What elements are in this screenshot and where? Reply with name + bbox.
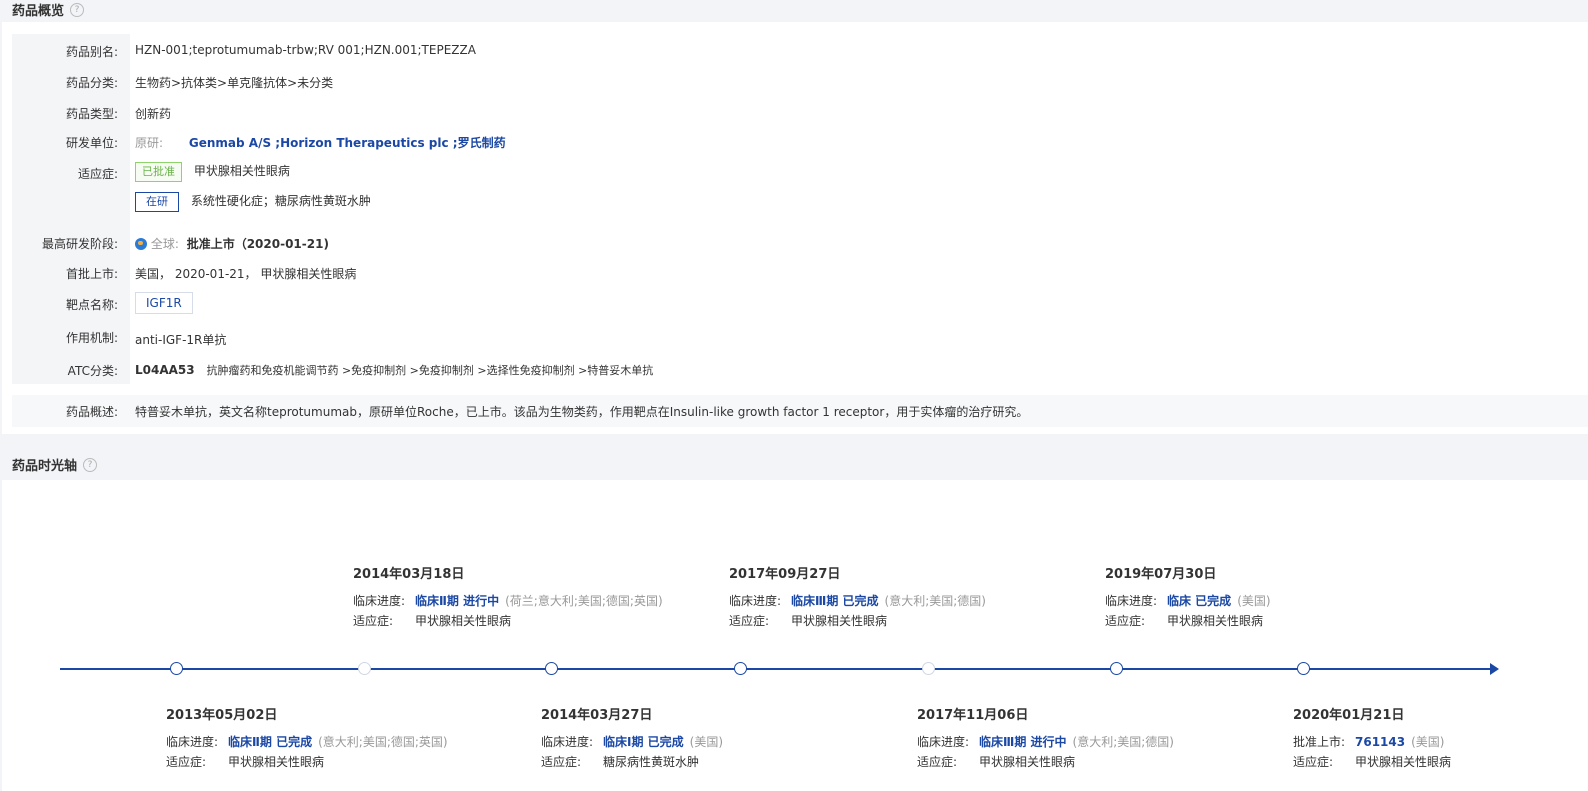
event-countries: (美国) bbox=[1411, 735, 1445, 749]
event-indication: 甲状腺相关性眼病 bbox=[415, 614, 512, 628]
developer-prefix: 原研: bbox=[135, 136, 164, 150]
approval-number[interactable]: 761143 bbox=[1355, 735, 1405, 749]
event-indication: 甲状腺相关性眼病 bbox=[979, 755, 1076, 769]
timeline-title-text: 药品时光轴 bbox=[12, 459, 78, 474]
event-date: 2020年01月21日 bbox=[1293, 708, 1405, 723]
developer-link[interactable]: Genmab A/S ;Horizon Therapeutics plc ;罗氏… bbox=[189, 136, 506, 150]
indication-label: 适应症: bbox=[1105, 614, 1146, 628]
indication-label: 适应症: bbox=[166, 755, 207, 769]
first-approval-value: 美国， 2020-01-21， 甲状腺相关性眼病 bbox=[135, 267, 357, 281]
target-tag[interactable]: IGF1R bbox=[135, 292, 193, 314]
help-icon[interactable]: ? bbox=[83, 457, 98, 472]
event-stage[interactable]: 临床Ⅱ期 进行中 bbox=[415, 594, 499, 608]
progress-label: 临床进度: bbox=[729, 594, 782, 608]
progress-label: 临床进度: bbox=[1105, 594, 1158, 608]
approval-label: 批准上市: bbox=[1293, 735, 1346, 749]
progress-label: 临床进度: bbox=[541, 735, 594, 749]
timeline-axis bbox=[60, 668, 1492, 670]
event-indication: 甲状腺相关性眼病 bbox=[791, 614, 888, 628]
event-indication: 甲状腺相关性眼病 bbox=[228, 755, 325, 769]
event-indication: 甲状腺相关性眼病 bbox=[1355, 755, 1452, 769]
event-countries: (荷兰;意大利;美国;德国;英国) bbox=[505, 594, 663, 608]
research-indication: 系统性硬化症；糖尿病性黄斑水肿 bbox=[190, 194, 371, 208]
event-date: 2014年03月18日 bbox=[353, 567, 465, 582]
timeline-node[interactable] bbox=[1110, 662, 1123, 675]
overview-title-text: 药品概览 bbox=[12, 4, 65, 19]
event-countries: (美国) bbox=[689, 735, 724, 749]
category-value: 生物药>抗体类>单克隆抗体>未分类 bbox=[135, 76, 334, 90]
event-stage[interactable]: 临床Ⅱ期 已完成 bbox=[228, 735, 312, 749]
developer-row: 原研: Genmab A/S ;Horizon Therapeutics plc… bbox=[135, 134, 506, 151]
overview-title: 药品概览 ? bbox=[12, 0, 85, 19]
event-date: 2014年03月27日 bbox=[541, 708, 653, 723]
timeline-node[interactable] bbox=[734, 662, 747, 675]
timeline-event: 2017年09月27日 临床进度: 临床Ⅲ期 已完成 (意大利;美国;德国) 适应症… bbox=[729, 563, 986, 631]
progress-label: 临床进度: bbox=[917, 735, 970, 749]
timeline-event: 2014年03月18日 临床进度: 临床Ⅱ期 进行中 (荷兰;意大利;美国;德国;英… bbox=[353, 563, 663, 631]
event-indication: 糖尿病性黄斑水肿 bbox=[603, 755, 700, 769]
event-stage[interactable]: 临床Ⅲ期 进行中 bbox=[979, 735, 1067, 749]
event-date: 2013年05月02日 bbox=[166, 708, 278, 723]
timeline-node[interactable] bbox=[1297, 662, 1310, 675]
research-tag: 在研 bbox=[135, 192, 179, 212]
approved-indication-row: 已批准 甲状腺相关性眼病 bbox=[135, 162, 290, 182]
indication-label: 适应症: bbox=[353, 614, 394, 628]
indication-label: 适应症: bbox=[541, 755, 582, 769]
indication-label: 适应症: bbox=[1293, 755, 1334, 769]
event-stage[interactable]: 临床Ⅰ期 已完成 bbox=[603, 735, 684, 749]
event-countries: (意大利;美国;德国) bbox=[1072, 735, 1174, 749]
timeline-event: 2020年01月21日 批准上市: 761143 (美国) 适应症: 甲状腺相关性眼病 bbox=[1293, 704, 1451, 772]
timeline-event: 2019年07月30日 临床进度: 临床 已完成 (美国) 适应症: 甲状腺相关性眼病 bbox=[1105, 563, 1271, 631]
category-label: 药品分类: bbox=[65, 76, 118, 90]
event-stage[interactable]: 临床 已完成 bbox=[1167, 594, 1231, 608]
target-label: 靶点名称: bbox=[65, 298, 118, 312]
timeline-arrow-icon bbox=[1490, 663, 1499, 675]
highest-stage-value: 批准上市（2020-01-21) bbox=[186, 237, 329, 251]
approved-indication: 甲状腺相关性眼病 bbox=[193, 164, 290, 178]
alias-label: 药品别名: bbox=[65, 45, 118, 59]
atc-row: L04AA53 抗肿瘤药和免疫机能调节药 >免疫抑制剂 >免疫抑制剂 >选择性免… bbox=[135, 362, 653, 378]
alias-value: HZN-001;teprotumumab-trbw;RV 001;HZN.001… bbox=[135, 43, 476, 57]
event-date: 2017年11月06日 bbox=[917, 708, 1029, 723]
timeline-event: 2013年05月02日 临床进度: 临床Ⅱ期 已完成 (意大利;美国;德国;英国) … bbox=[166, 704, 448, 772]
timeline-title: 药品时光轴 ? bbox=[12, 455, 98, 474]
globe-icon bbox=[135, 237, 147, 250]
atc-path: 抗肿瘤药和免疫机能调节药 >免疫抑制剂 >免疫抑制剂 >选择性免疫抑制剂 >特普… bbox=[206, 364, 654, 377]
atc-code: L04AA53 bbox=[135, 363, 195, 377]
mechanism-value: anti-IGF-1R单抗 bbox=[135, 333, 227, 347]
type-label: 药品类型: bbox=[65, 107, 118, 121]
timeline-node[interactable] bbox=[358, 662, 371, 675]
indication-label: 适应症: bbox=[729, 614, 770, 628]
timeline-node[interactable] bbox=[545, 662, 558, 675]
event-countries: (美国) bbox=[1237, 594, 1271, 608]
event-countries: (意大利;美国;德国) bbox=[884, 594, 986, 608]
event-date: 2017年09月27日 bbox=[729, 567, 841, 582]
research-indication-row: 在研 系统性硬化症；糖尿病性黄斑水肿 bbox=[135, 192, 371, 212]
scope-label: 全球: bbox=[150, 237, 179, 251]
progress-label: 临床进度: bbox=[166, 735, 219, 749]
timeline-event: 2017年11月06日 临床进度: 临床Ⅲ期 进行中 (意大利;美国;德国) 适应症… bbox=[917, 704, 1174, 772]
highest-stage-row: 全球: 批准上市（2020-01-21) bbox=[135, 235, 329, 252]
timeline-node[interactable] bbox=[170, 662, 183, 675]
summary-label: 药品概述: bbox=[65, 405, 118, 419]
timeline-event: 2014年03月27日 临床进度: 临床Ⅰ期 已完成 (美国) 适应症: 糖尿病性黄斑… bbox=[541, 704, 723, 772]
atc-label: ATC分类: bbox=[67, 364, 118, 378]
mechanism-label: 作用机制: bbox=[65, 331, 118, 345]
type-value: 创新药 bbox=[135, 107, 172, 121]
event-stage[interactable]: 临床Ⅲ期 已完成 bbox=[791, 594, 879, 608]
timeline-node[interactable] bbox=[922, 662, 935, 675]
help-icon[interactable]: ? bbox=[70, 2, 85, 17]
approved-tag: 已批准 bbox=[135, 162, 182, 182]
progress-label: 临床进度: bbox=[353, 594, 406, 608]
indication-label: 适应症: bbox=[917, 755, 958, 769]
target-row: IGF1R bbox=[135, 292, 193, 314]
indication-label: 适应症: bbox=[77, 167, 118, 181]
highest-stage-label: 最高研发阶段: bbox=[41, 237, 118, 251]
event-date: 2019年07月30日 bbox=[1105, 567, 1217, 582]
summary-value: 特普妥木单抗，英文名称teprotumumab，原研单位Roche，已上市。该品… bbox=[135, 405, 1029, 419]
event-indication: 甲状腺相关性眼病 bbox=[1167, 614, 1264, 628]
developer-label: 研发单位: bbox=[65, 136, 118, 150]
first-approval-label: 首批上市: bbox=[65, 267, 118, 281]
event-countries: (意大利;美国;德国;英国) bbox=[318, 735, 448, 749]
